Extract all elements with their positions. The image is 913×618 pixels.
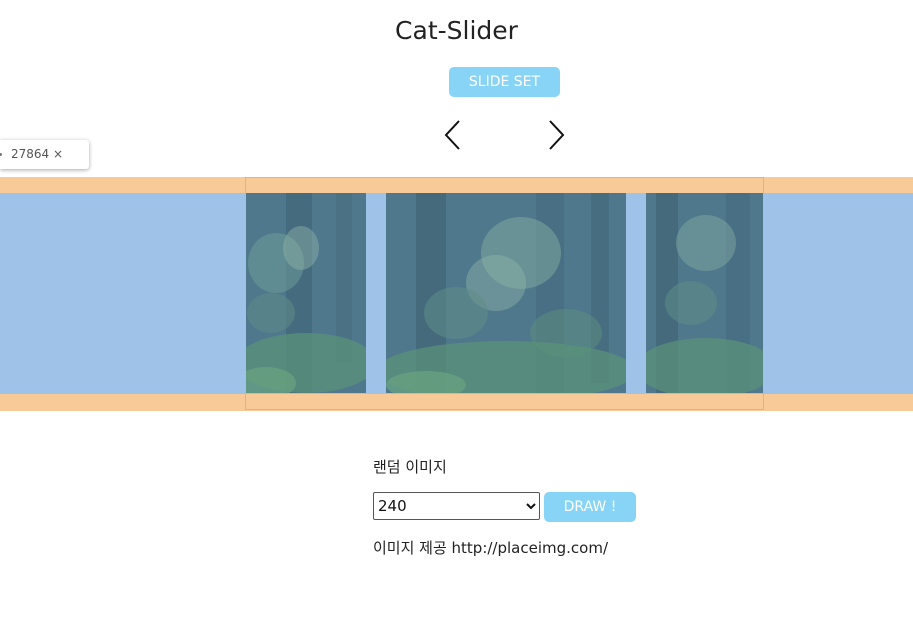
tooltip-marker [0, 153, 2, 156]
page: Cat-Slider SLIDE SET 27864 × 202 [0, 0, 913, 618]
slide-set-button[interactable]: SLIDE SET [449, 67, 560, 97]
draw-button[interactable]: DRAW ! [544, 492, 636, 522]
image-size-select[interactable]: 240 [373, 492, 540, 520]
next-button[interactable] [541, 118, 571, 152]
chevron-left-icon [444, 120, 460, 150]
prev-button[interactable] [438, 118, 468, 152]
chevron-right-icon [549, 120, 565, 150]
image-credit: 이미지 제공 http://placeimg.com/ [373, 539, 609, 557]
size-tooltip: 27864 × 202 [0, 140, 89, 190]
random-image-label: 랜덤 이미지 [373, 458, 447, 476]
page-title: Cat-Slider [395, 16, 518, 45]
slider-viewport [245, 177, 764, 410]
